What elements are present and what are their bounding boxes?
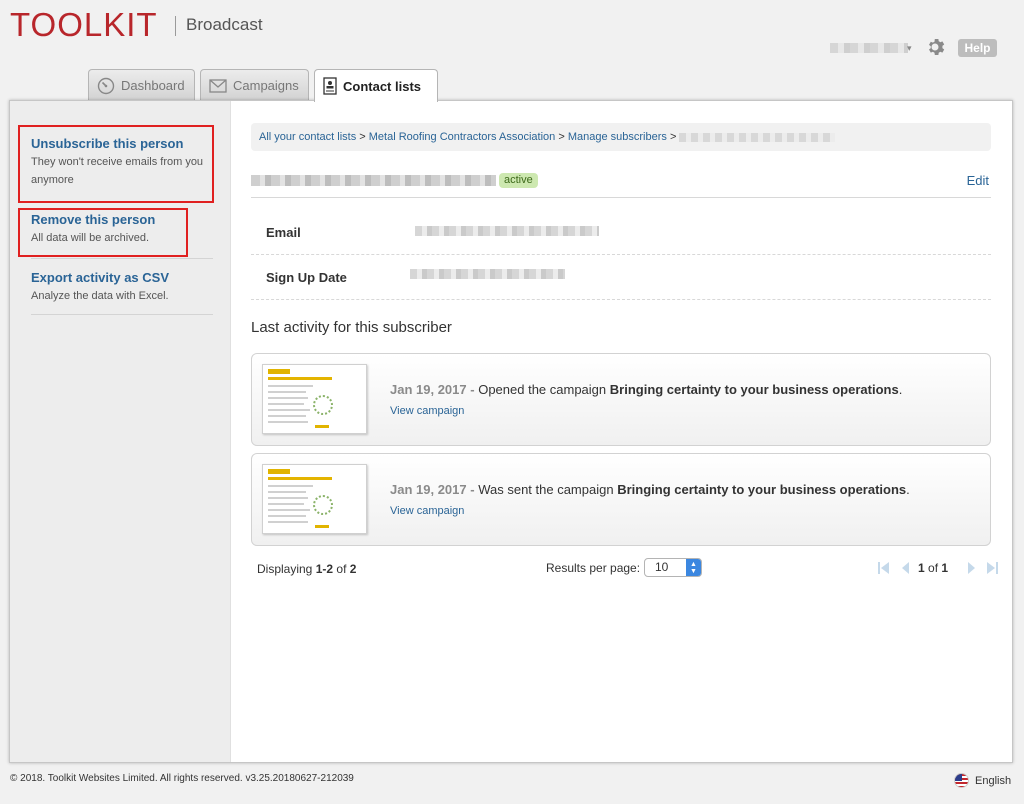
page-indicator: 1 of 1 (918, 561, 948, 575)
activity-action: Opened the campaign (478, 382, 607, 397)
product-name: Broadcast (186, 15, 263, 34)
next-page-icon[interactable] (964, 561, 978, 575)
select-arrows-icon: ▲ ▼ (686, 559, 701, 576)
sidebar-divider (31, 258, 213, 259)
display-count: Displaying 1-2 of 2 (257, 562, 356, 576)
divider (251, 299, 991, 300)
activity-action: Was sent the campaign (478, 482, 614, 497)
logo-separator (175, 16, 176, 36)
export-csv-link[interactable]: Export activity as CSV (31, 270, 213, 285)
breadcrumb-separator: > (669, 131, 677, 143)
breadcrumb: All your contact lists > Metal Roofing C… (251, 123, 991, 151)
divider (251, 197, 991, 198)
results-per-page-select[interactable]: 10 ▲ ▼ (644, 558, 702, 577)
activity-section-title: Last activity for this subscriber (251, 319, 452, 336)
edit-button[interactable]: Edit (967, 173, 989, 188)
campaign-thumbnail[interactable] (262, 364, 367, 434)
current-page: 1 (918, 561, 925, 575)
first-page-icon[interactable] (877, 561, 891, 575)
activity-date: Jan 19, 2017 (390, 482, 467, 497)
view-campaign-link[interactable]: View campaign (390, 405, 464, 417)
language-label: English (975, 774, 1012, 787)
copyright-text: © 2018. Toolkit Websites Limited. All ri… (10, 773, 354, 784)
prev-page-icon[interactable] (899, 561, 913, 575)
help-button[interactable]: Help (958, 39, 997, 57)
envelope-icon (209, 78, 227, 93)
signup-date-value-redacted (410, 269, 565, 279)
user-menu-caret-icon[interactable]: ▾ (907, 43, 912, 54)
breadcrumb-list-name[interactable]: Metal Roofing Contractors Association (369, 131, 555, 143)
tab-contact-lists[interactable]: Contact lists (314, 69, 438, 102)
display-total: 2 (349, 562, 357, 576)
divider (251, 254, 991, 255)
activity-date: Jan 19, 2017 (390, 382, 467, 397)
brand-logo[interactable]: TOOLKIT (10, 6, 158, 44)
last-page-icon[interactable] (985, 561, 999, 575)
us-flag-icon (954, 773, 969, 788)
sidebar-item-export[interactable]: Export activity as CSV Analyze the data … (31, 270, 213, 305)
email-value-redacted (415, 226, 599, 236)
activity-item: Jan 19, 2017 - Was sent the campaign Bri… (251, 453, 991, 546)
tab-campaigns[interactable]: Campaigns (200, 69, 309, 101)
breadcrumb-separator: > (359, 131, 366, 143)
display-prefix: Displaying (257, 562, 313, 576)
activity-campaign-name: Bringing certainty to your business oper… (609, 382, 899, 397)
highlight-box (18, 125, 214, 203)
page-of: of (928, 561, 939, 575)
tab-label: Contact lists (343, 78, 422, 94)
display-of: of (336, 562, 347, 576)
dashboard-icon (97, 77, 115, 94)
tab-label: Campaigns (233, 78, 299, 93)
status-badge: active (499, 173, 538, 188)
main-panel: Unsubscribe this person They won't recei… (9, 100, 1013, 763)
tab-dashboard[interactable]: Dashboard (88, 69, 195, 101)
highlight-box (18, 208, 188, 257)
campaign-thumbnail[interactable] (262, 464, 367, 534)
results-per-page-value: 10 (655, 560, 669, 574)
contact-card-icon (323, 77, 337, 95)
total-pages: 1 (941, 561, 949, 575)
email-label: Email (266, 225, 301, 240)
export-description: Analyze the data with Excel. (31, 290, 169, 302)
results-per-page-label: Results per page: (546, 561, 641, 575)
app-header: TOOLKIT Broadcast ▾ Help (0, 0, 1024, 70)
breadcrumb-manage-subscribers[interactable]: Manage subscribers (568, 131, 667, 143)
activity-description: Jan 19, 2017 - Opened the campaign Bring… (390, 382, 903, 397)
user-menu[interactable] (830, 43, 908, 53)
activity-campaign-name: Bringing certainty to your business oper… (617, 482, 907, 497)
breadcrumb-separator: > (558, 131, 565, 143)
breadcrumb-all-lists[interactable]: All your contact lists (259, 131, 356, 143)
signup-date-label: Sign Up Date (266, 270, 347, 285)
activity-description: Jan 19, 2017 - Was sent the campaign Bri… (390, 482, 910, 497)
sidebar: Unsubscribe this person They won't recei… (10, 101, 231, 762)
activity-item: Jan 19, 2017 - Opened the campaign Bring… (251, 353, 991, 446)
view-campaign-link[interactable]: View campaign (390, 505, 464, 517)
sidebar-divider (31, 314, 213, 315)
display-range: 1-2 (315, 562, 334, 576)
tab-label: Dashboard (121, 78, 185, 93)
subscriber-name-redacted (251, 175, 496, 186)
breadcrumb-subscriber-redacted (679, 132, 836, 142)
gear-icon[interactable] (925, 37, 945, 57)
language-selector[interactable]: English (954, 773, 1011, 788)
